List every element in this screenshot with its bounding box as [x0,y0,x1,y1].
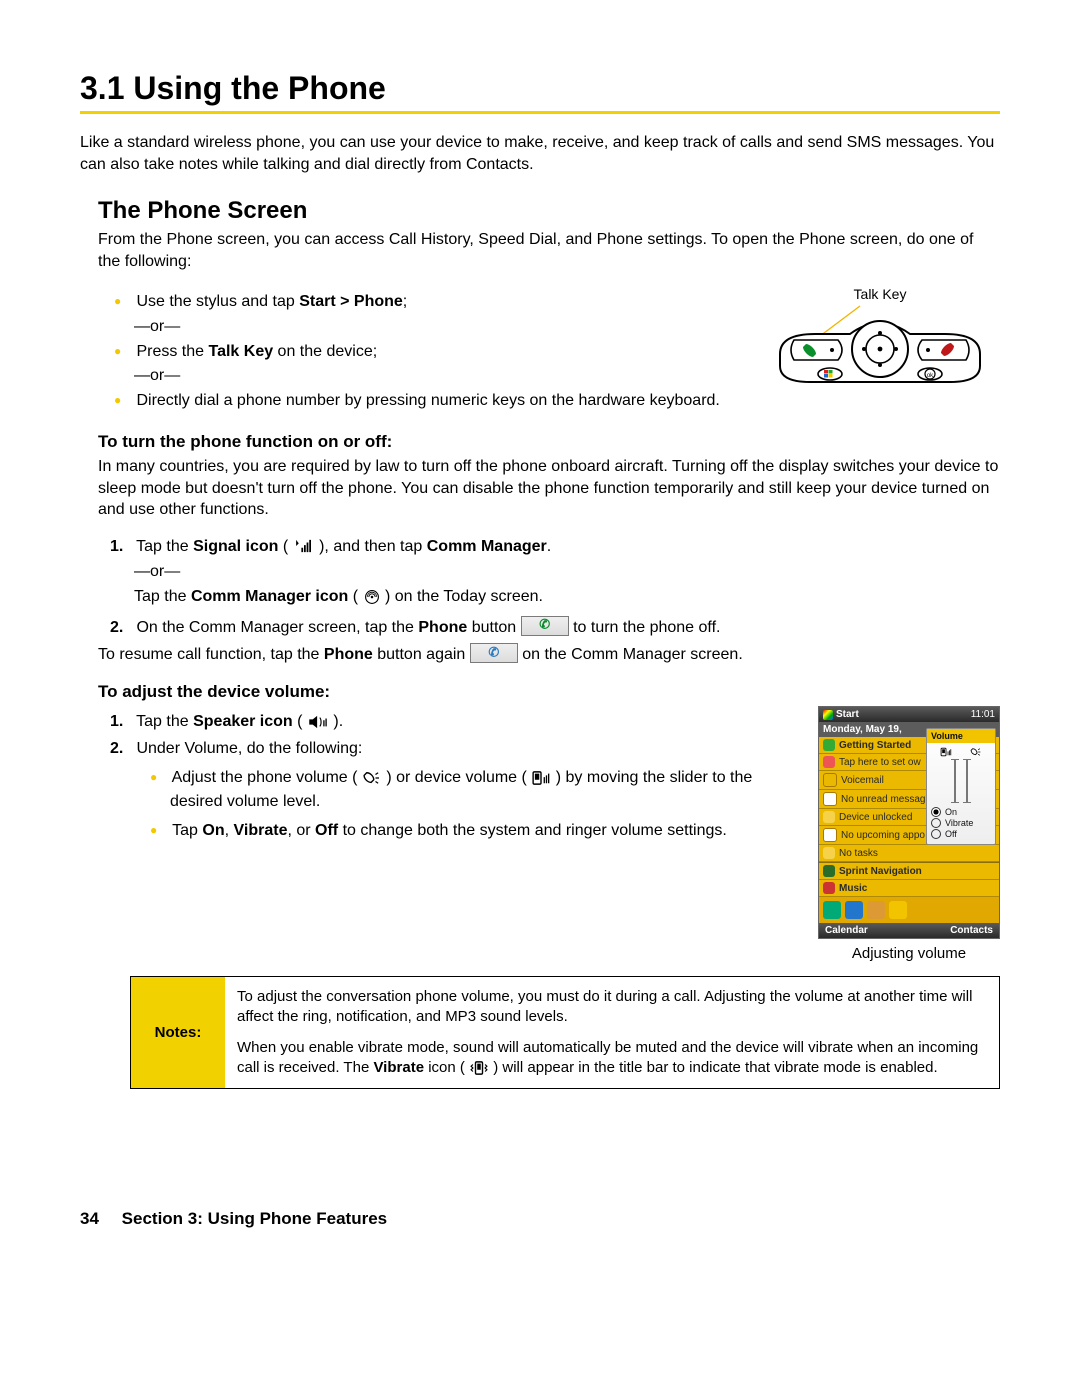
radio-on [931,807,941,817]
or-separator: —or— [134,367,744,385]
talk-key-figure: Talk Key [760,286,1000,397]
subheading-phone-screen: The Phone Screen [98,197,1000,225]
start-flag-icon [823,710,833,720]
heading-rule [80,111,1000,114]
row-getting-started: Getting Started [839,740,911,751]
page-number: 34 [80,1209,99,1228]
device-volume-icon [940,747,952,757]
turn-alt: Tap the Comm Manager icon ( ) on the Tod… [134,585,1000,608]
row-tasks: No tasks [839,848,878,859]
start-label: Start [836,709,859,720]
manual-page: 3.1 Using the Phone Like a standard wire… [0,0,1080,1269]
comm-manager-icon [363,589,381,605]
list-item: Tap On, Vibrate, or Off to change both t… [170,819,802,842]
row-unlocked: Device unlocked [839,812,912,823]
list-item: Adjust the phone volume ( ) or device vo… [170,766,802,812]
turn-resume: To resume call function, tap the Phone b… [98,643,1000,666]
turn-lead: In many countries, you are required by l… [98,456,1000,521]
speaker-icon [307,715,329,729]
phone-on-button-icon: ✆ [521,616,569,636]
row-appointments: No upcoming appo [841,830,925,841]
notes-label: Notes: [131,977,226,1089]
turn-steps: Tap the Signal icon ( ), and then tap Co… [98,535,1000,640]
or-separator: —or— [134,318,744,336]
intro-paragraph: Like a standard wireless phone, you can … [80,132,1000,175]
figure-caption: Adjusting volume [818,945,1000,962]
list-item: Use the stylus and tap Start > Phone; [134,290,744,313]
notes-para: When you enable vibrate mode, sound will… [237,1038,987,1079]
row-voicemail: Voicemail [841,775,884,786]
svg-text:ok: ok [927,373,934,379]
step-item: Under Volume, do the following: Adjust t… [134,737,802,842]
phone-volume-icon [362,771,382,785]
step-title-turn-on-off: To turn the phone function on or off: [98,432,1000,452]
row-owner: Tap here to set ow [839,757,921,768]
list-item: Press the Talk Key on the device; [134,340,744,363]
row-nav: Sprint Navigation [839,866,922,877]
phone-volume-icon [970,747,982,757]
radio-off [931,829,941,839]
notes-para: To adjust the conversation phone volume,… [237,987,987,1028]
volume-figure: Start 11:01 Monday, May 19, Getting Star… [818,706,1000,962]
phone-screen-lead: From the Phone screen, you can access Ca… [98,229,1000,272]
step-item: Tap the Signal icon ( ), and then tap Co… [134,535,1000,609]
radio-vibrate [931,818,941,828]
or-separator: —or— [134,560,1000,583]
device-volume-icon [531,771,551,785]
row-music: Music [839,883,867,894]
softkey-contacts: Contacts [950,925,993,936]
step-item: Tap the Speaker icon ( ). [134,710,802,733]
notes-box: Notes: To adjust the conversation phone … [130,976,1000,1089]
volume-panel-header: Volume [927,729,995,743]
row-messages: No unread messag [841,794,926,805]
signal-icon [293,539,315,553]
talk-key-label: Talk Key [760,286,1000,302]
section-heading: 3.1 Using the Phone [80,70,1000,107]
step-item: On the Comm Manager screen, tap the Phon… [134,616,1000,639]
step-title-volume: To adjust the device volume: [98,682,1000,702]
page-footer: 34 Section 3: Using Phone Features [80,1209,1000,1229]
launcher-row [819,897,999,923]
section-footer: Section 3: Using Phone Features [122,1209,387,1228]
clock-label: 11:01 [971,709,995,720]
notes-content: To adjust the conversation phone volume,… [225,977,1000,1089]
talk-key-illustration: ok [760,304,1000,394]
vibrate-icon [469,1061,489,1075]
list-item: Directly dial a phone number by pressing… [134,389,744,412]
phone-screen-list: Use the stylus and tap Start > Phone; [98,290,744,313]
volume-steps: Tap the Speaker icon ( ). Under Volume, … [98,710,802,842]
phone-off-button-icon: ✆ [470,643,518,663]
softkey-calendar: Calendar [825,925,868,936]
volume-panel: Volume On Vibrate Off [926,728,996,845]
